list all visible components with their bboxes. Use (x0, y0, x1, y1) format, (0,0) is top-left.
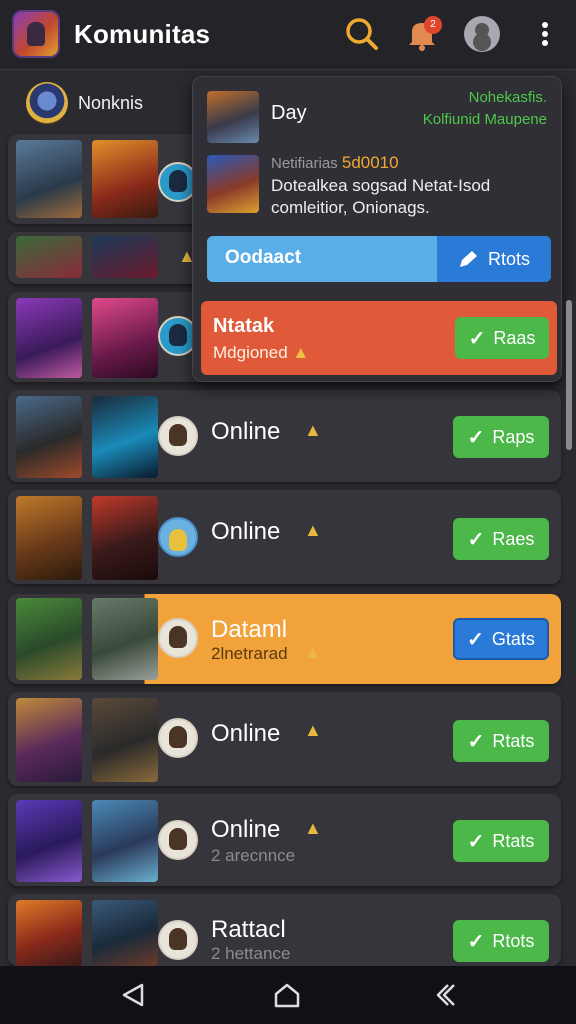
game-thumbnail (92, 900, 158, 966)
alert-title: Ntatak (213, 315, 275, 337)
notification-count: 5d0010 (341, 153, 399, 172)
action-button[interactable]: ✓ Raps (453, 416, 549, 458)
list-item[interactable]: Online ▲ ✓ Raes (8, 490, 561, 584)
contact-bar[interactable]: Oodaact Rtots (207, 236, 551, 282)
notification-dropdown: Day Nohekasfis. Kolfiunid Maupene Netifi… (192, 76, 562, 382)
game-thumbnail (16, 236, 82, 278)
avatar (158, 416, 198, 456)
row-name: Online (211, 418, 281, 445)
row-name: Dataml (211, 616, 288, 643)
recent-apps-icon[interactable] (430, 982, 460, 1008)
action-button[interactable]: ✓ Rtots (453, 920, 549, 962)
thumbs-up-icon: ▲ (304, 818, 322, 838)
notification-header: Netifiarias 5d0010 (271, 153, 399, 172)
avatar (158, 920, 198, 960)
action-button[interactable]: ✓ Gtats (453, 618, 549, 660)
thumbs-up-icon: ▲ (304, 720, 322, 740)
avatar (158, 618, 198, 658)
day-label: Day (271, 102, 307, 124)
list-item[interactable]: Online ▲ ✓ Rtats (8, 692, 561, 786)
thumbs-up-icon: ▲ (304, 642, 322, 662)
contact-label: Oodaact (225, 247, 302, 268)
action-button[interactable]: ✓ Raes (453, 518, 549, 560)
avatar (158, 820, 198, 860)
back-icon[interactable] (118, 982, 148, 1008)
row-name: Rattacl (211, 916, 286, 943)
thumbs-up-icon: ▲ (292, 343, 310, 362)
list-item[interactable]: Rattacl 2 hettance ✓ Rtots (8, 894, 561, 966)
row-name: Online (211, 518, 281, 545)
game-thumbnail (207, 155, 259, 213)
row-subtitle: 2 arecnnce (211, 846, 296, 865)
action-button[interactable]: ✓ Rtats (453, 720, 549, 762)
alert-card: Ntatak Mdgioned ▲ ✓ Raas (201, 301, 557, 375)
more-vert-icon[interactable] (536, 14, 554, 54)
row-name: Online (211, 816, 281, 843)
row-subtitle: 2 hettance (211, 944, 291, 963)
alert-subtitle: Mdgioned ▲ (213, 343, 310, 362)
thumbs-up-icon: ▲ (304, 520, 322, 540)
action-button[interactable]: ✓ Rtats (453, 820, 549, 862)
thumbs-up-icon: ▲ (304, 420, 322, 440)
alert-action-button[interactable]: ✓ Raas (455, 317, 549, 359)
status-text: Nohekasfis. (468, 89, 547, 106)
scrollbar[interactable] (566, 300, 572, 450)
contact-button[interactable]: Rtots (437, 236, 551, 282)
game-thumbnail (16, 496, 82, 580)
row-name: Online (211, 720, 281, 747)
home-icon[interactable] (272, 982, 302, 1008)
game-thumbnail (16, 396, 82, 478)
list-item[interactable]: Online 2 arecnnce ▲ ✓ Rtats (8, 794, 561, 886)
check-icon: ✓ (467, 528, 485, 551)
row-subtitle: 2lnetrarad (211, 644, 288, 663)
system-nav-bar (0, 966, 576, 1024)
status-text: Kolfiunid Maupene (422, 111, 547, 128)
app-logo[interactable] (12, 10, 60, 58)
avatar (158, 718, 198, 758)
check-icon: ✓ (468, 327, 486, 350)
notification-body: Dotealkea sogsad Netat-Isod comleitior, … (271, 176, 491, 217)
notification-count-badge: 2 (424, 16, 442, 34)
game-thumbnail (16, 298, 82, 378)
list-item-highlighted[interactable]: Dataml 2lnetrarad ▲ ✓ Gtats (8, 594, 561, 684)
check-icon: ✓ (467, 426, 485, 449)
profile-avatar[interactable] (464, 16, 500, 52)
game-thumbnail (92, 236, 158, 278)
check-icon: ✓ (467, 730, 485, 753)
search-icon[interactable] (342, 14, 382, 54)
check-icon: ✓ (467, 830, 485, 853)
edit-icon (459, 251, 477, 267)
game-thumbnail (16, 900, 82, 966)
list-item[interactable]: Online ▲ ✓ Raps (8, 390, 561, 482)
game-thumbnail (16, 800, 82, 882)
check-icon: ✓ (467, 930, 485, 953)
page-title: Komunitas (74, 19, 211, 49)
filter-label: Nonknis (78, 93, 144, 113)
game-thumbnail (16, 698, 82, 782)
game-thumbnail (92, 800, 158, 882)
game-thumbnail (92, 496, 158, 580)
globe-icon (26, 82, 68, 124)
game-thumbnail (92, 140, 158, 218)
game-thumbnail (92, 698, 158, 782)
game-thumbnail (207, 91, 259, 143)
top-app-bar: Komunitas 2 (0, 0, 576, 70)
game-thumbnail (92, 598, 158, 680)
game-thumbnail (92, 396, 158, 478)
game-thumbnail (92, 298, 158, 378)
game-thumbnail (16, 598, 82, 680)
check-icon: ✓ (467, 628, 484, 651)
game-thumbnail (16, 140, 82, 218)
avatar (158, 517, 198, 557)
